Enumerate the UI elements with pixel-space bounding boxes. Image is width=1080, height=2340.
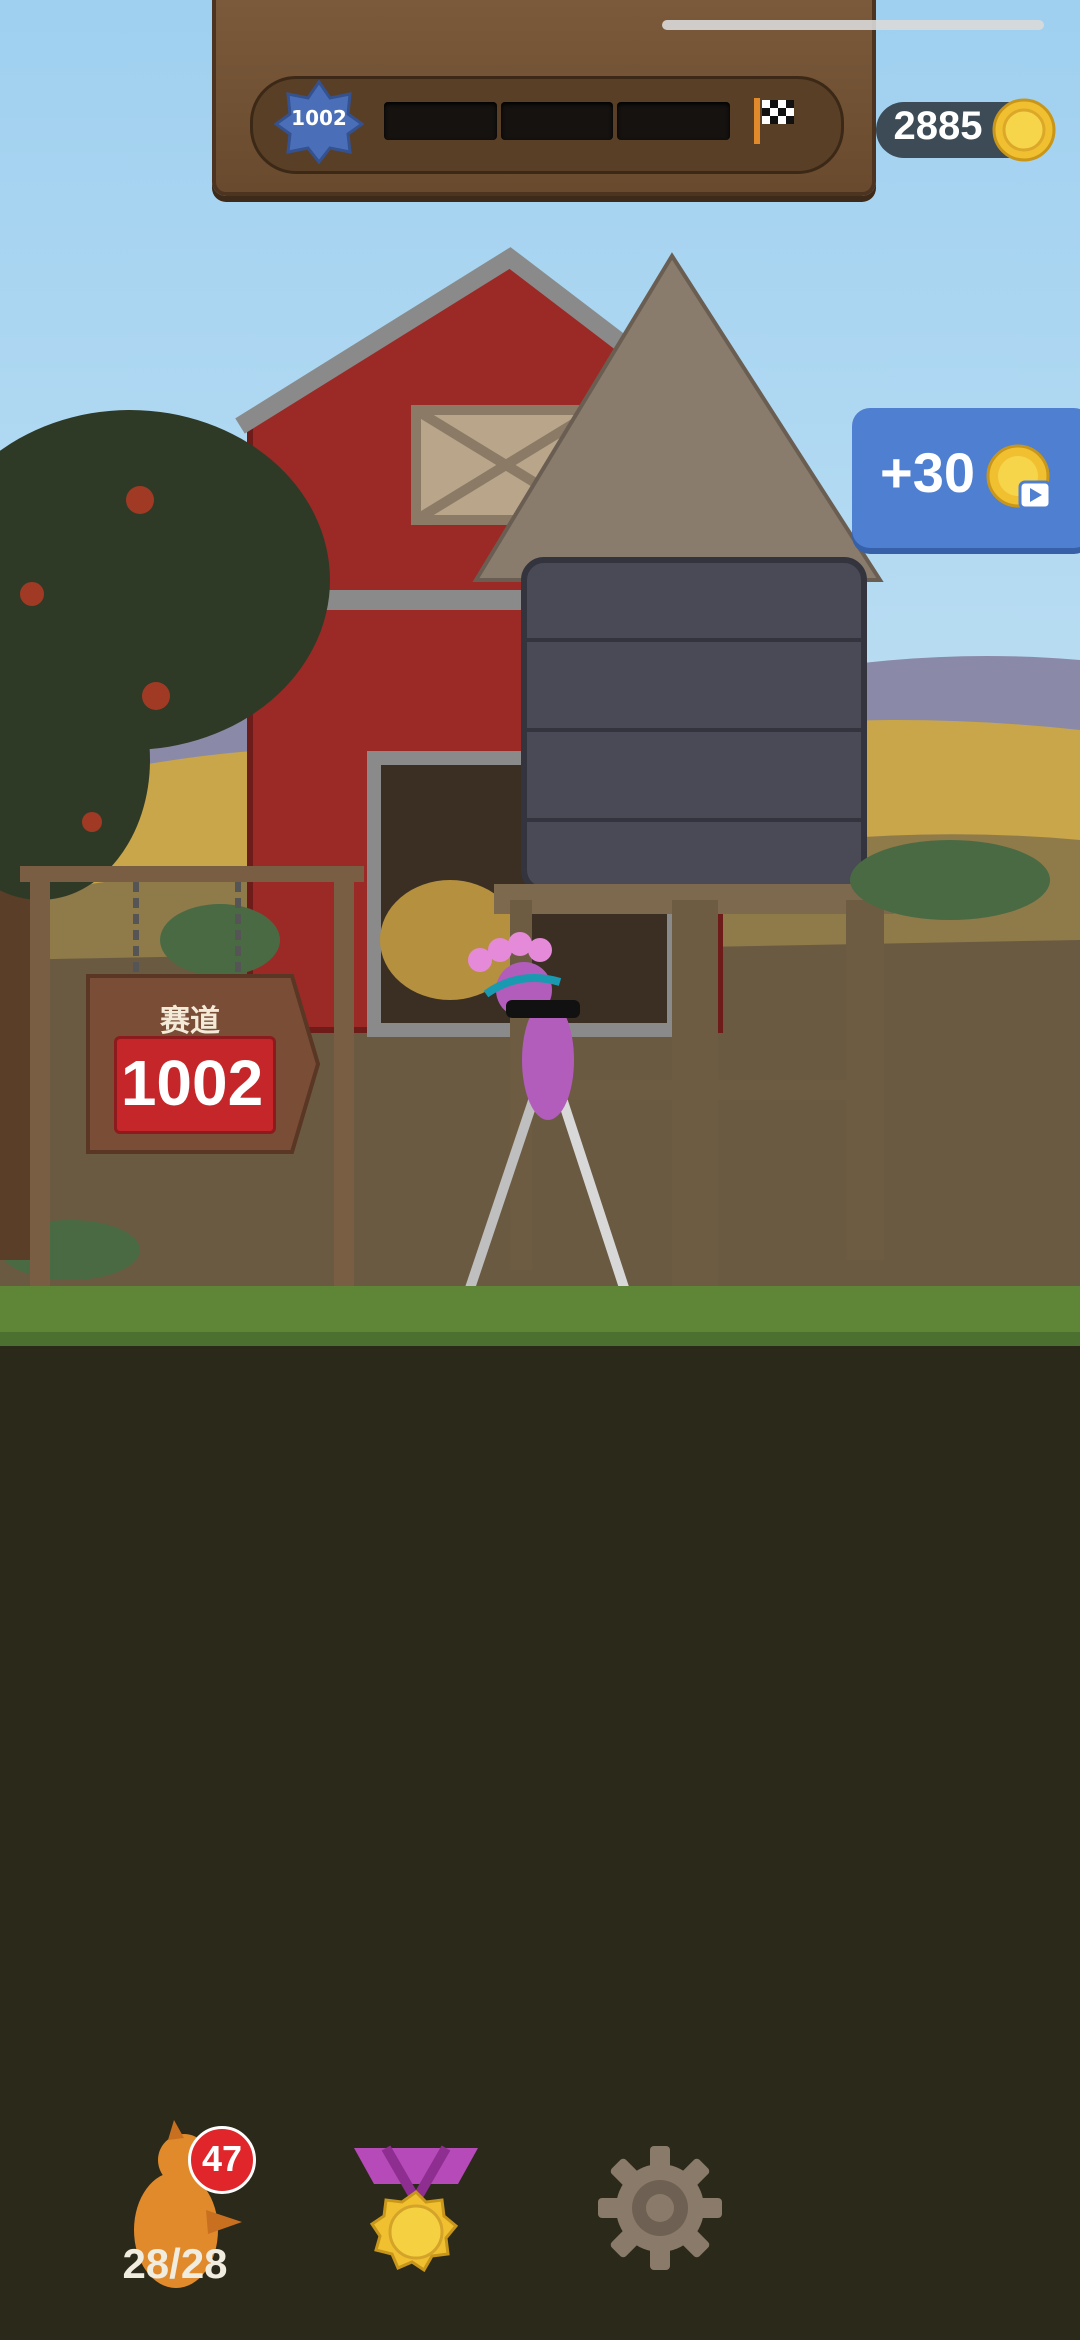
medal-icon <box>354 2145 478 2273</box>
achievements-button[interactable] <box>346 2140 486 2300</box>
gear-icon <box>598 2146 722 2270</box>
progress-segment <box>500 102 614 140</box>
progress-segment <box>384 102 497 140</box>
coin-icon <box>992 98 1056 162</box>
reward-amount: +30 <box>880 441 975 504</box>
course-sign-label: 赛道 <box>160 1004 220 1039</box>
level-progress-bar <box>384 102 731 140</box>
top-indicator-bar <box>662 20 1044 30</box>
video-ad-icon <box>986 444 1052 510</box>
characters-count: 28/28 <box>122 2240 228 2287</box>
characters-badge: 47 <box>188 2126 256 2194</box>
level-number: 1002 <box>291 106 347 130</box>
finish-flag-icon <box>754 98 794 144</box>
coin-count: 2885 <box>893 104 983 148</box>
course-sign-number: 1002 <box>120 1047 264 1119</box>
progress-segment <box>617 102 731 140</box>
settings-button[interactable] <box>594 2142 726 2274</box>
